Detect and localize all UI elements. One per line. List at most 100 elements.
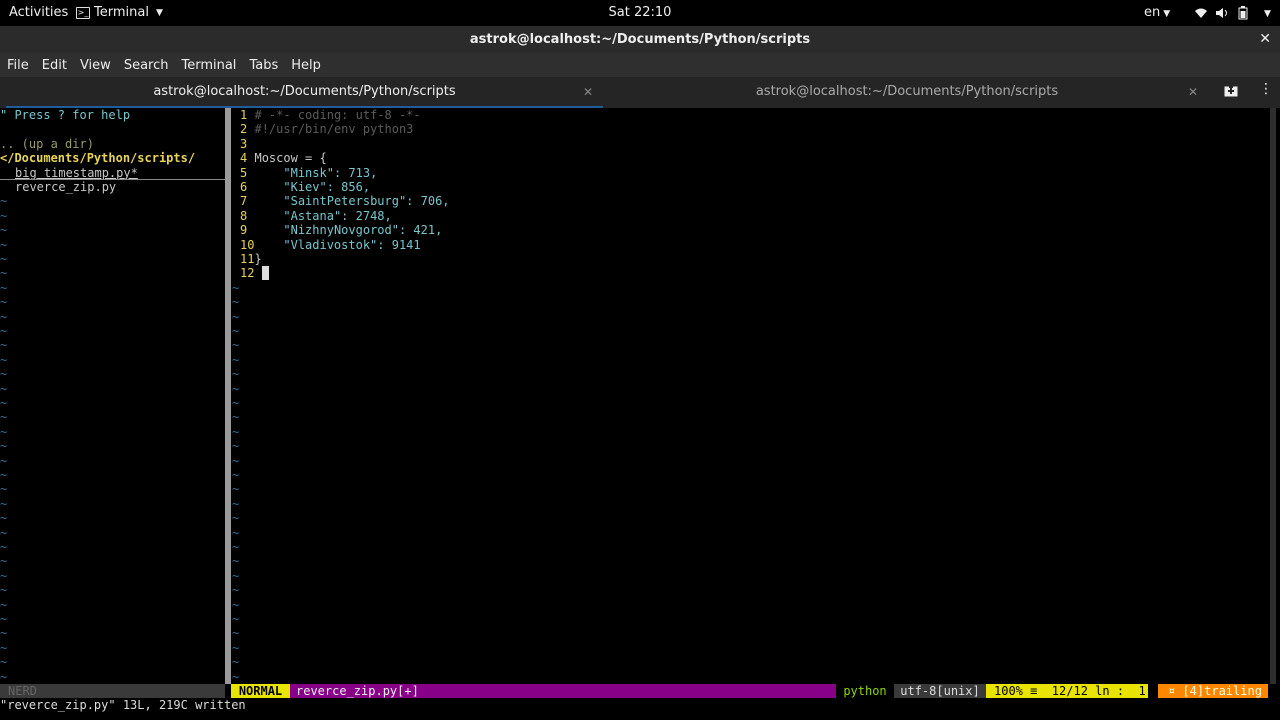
code-line: 7 "SaintPetersburg": 706, (240, 194, 450, 208)
empty-line-marker: ~ (0, 583, 8, 598)
window-title: astrok@localhost:~/Documents/Python/scri… (469, 32, 811, 47)
code-text: } (254, 252, 262, 266)
menu-edit[interactable]: Edit (42, 58, 67, 73)
terminal-icon: >_ (76, 7, 90, 19)
status-encoding: utf-8[unix] (894, 684, 986, 698)
nerdtree-file[interactable]: big_timestamp.py* (15, 166, 138, 180)
empty-line-marker: ~ (0, 396, 8, 410)
nerdtree-up-dir[interactable]: .. (up a dir) (0, 137, 94, 151)
code-text: #!/usr/bin/env python3 (254, 122, 414, 137)
line-number: 5 (240, 165, 248, 180)
empty-line-marker: ~ (0, 525, 8, 540)
empty-line-marker: ~ (232, 309, 240, 324)
vim-command-line[interactable]: "reverce_zip.py" 13L, 219C written (0, 698, 246, 712)
empty-line-marker: ~ (232, 568, 240, 583)
line-number: 7 (240, 194, 248, 209)
line-number: 10 (240, 237, 255, 252)
code-line: 2 #!/usr/bin/env python3 (240, 122, 413, 136)
empty-line-marker: ~ (0, 367, 8, 382)
empty-line-marker: ~ (232, 295, 240, 310)
empty-line-marker: ~ (232, 554, 240, 569)
vim-statusline: NERD NORMAL reverce_zip.py[+] python utf… (0, 684, 1280, 698)
code-text: "Minsk": 713, (254, 165, 378, 180)
terminal-content[interactable]: " Press ? for help .. (up a dir) </Docum… (0, 108, 1280, 720)
status-filetype: python (836, 684, 894, 698)
close-icon[interactable]: ✕ (1188, 77, 1198, 107)
code-text: "SaintPetersburg": 706, (254, 194, 450, 209)
empty-line-marker: ~ (0, 568, 8, 583)
empty-line-marker: ~ (0, 496, 8, 511)
empty-line-marker: ~ (0, 626, 8, 641)
empty-line-marker: ~ (232, 612, 240, 626)
empty-line-marker: ~ (232, 583, 240, 598)
empty-line-marker: ~ (0, 410, 8, 425)
menu-view[interactable]: View (80, 58, 111, 73)
close-icon[interactable]: ✕ (1259, 26, 1271, 53)
empty-line-marker: ~ (232, 324, 240, 338)
line-number: 3 (240, 136, 248, 151)
empty-line-marker: ~ (232, 482, 240, 497)
menubar: File Edit View Search Terminal Tabs Help (0, 53, 1280, 77)
menu-terminal[interactable]: Terminal (181, 58, 236, 73)
line-number: 11 (240, 252, 255, 266)
empty-line-marker: ~ (0, 381, 8, 396)
nerdtree-help: " Press ? for help (0, 108, 131, 122)
clock[interactable]: Sat 22:10 (609, 5, 672, 20)
empty-line-marker: ~ (0, 266, 8, 281)
empty-line-marker: ~ (232, 424, 240, 439)
vertical-split-divider[interactable] (225, 108, 231, 684)
window-titlebar: astrok@localhost:~/Documents/Python/scri… (0, 26, 1280, 53)
empty-line-marker: ~ (0, 482, 8, 497)
code-line: 11} (240, 252, 262, 266)
empty-line-marker: ~ (232, 525, 240, 540)
line-number: 6 (240, 180, 248, 194)
tab-2[interactable]: astrok@localhost:~/Documents/Python/scri… (606, 77, 1208, 108)
menu-file[interactable]: File (7, 58, 29, 73)
code-text: "Vladivostok": 9141 (254, 237, 421, 252)
empty-line-marker: ~ (0, 511, 8, 526)
empty-line-marker: ~ (0, 295, 8, 310)
scrollbar[interactable] (1270, 108, 1276, 684)
status-position: 100% ≡ 12/12 ln : 1 (986, 684, 1148, 698)
empty-line-marker: ~ (232, 468, 240, 482)
nerdtree-root[interactable]: </Documents/Python/scripts/ (0, 151, 195, 165)
menu-help[interactable]: Help (291, 58, 321, 73)
volume-icon[interactable] (1215, 0, 1229, 26)
code-line: 6 "Kiev": 856, (240, 180, 370, 194)
system-menu-chevron-icon[interactable]: ▼ (1261, 0, 1271, 26)
empty-line-marker: ~ (232, 640, 240, 655)
clock-container: Sat 22:10 (0, 0, 1280, 26)
tabs-menu-icon[interactable]: ⋮ (1259, 81, 1273, 97)
battery-icon[interactable] (1238, 0, 1248, 26)
nerdtree-file[interactable]: reverce_zip.py (15, 180, 116, 194)
empty-line-marker: ~ (0, 280, 8, 295)
app-menu[interactable]: >_ Terminal ▼ (76, 0, 163, 26)
tab-label: astrok@localhost:~/Documents/Python/scri… (153, 84, 456, 99)
empty-line-marker: ~ (232, 669, 240, 684)
code-text: "Astana": 2748, (254, 208, 392, 223)
tab-1[interactable]: astrok@localhost:~/Documents/Python/scri… (6, 77, 603, 108)
menu-tabs[interactable]: Tabs (249, 58, 278, 73)
empty-line-marker: ~ (232, 496, 240, 511)
empty-line-marker: ~ (232, 381, 240, 396)
input-language-menu[interactable]: en ▼ (1144, 0, 1170, 26)
wifi-icon[interactable] (1194, 0, 1208, 26)
empty-line-marker: ~ (0, 453, 8, 468)
close-icon[interactable]: ✕ (583, 77, 593, 107)
empty-line-marker: ~ (0, 597, 8, 612)
menu-search[interactable]: Search (124, 58, 169, 73)
empty-line-marker: ~ (232, 453, 240, 468)
chevron-down-icon: ▼ (155, 8, 163, 18)
code-line: 12 (240, 266, 269, 281)
chevron-down-icon: ▼ (1163, 9, 1171, 19)
line-number: 9 (240, 223, 248, 238)
empty-line-marker: ~ (0, 612, 8, 626)
empty-line-marker: ~ (232, 410, 240, 425)
empty-line-marker: ~ (0, 540, 8, 554)
activities-button[interactable]: Activities (9, 0, 68, 26)
vim-mode-badge: NORMAL (231, 684, 290, 698)
new-tab-icon[interactable] (1224, 85, 1238, 97)
empty-line-marker: ~ (232, 511, 240, 526)
empty-line-marker: ~ (0, 640, 8, 655)
empty-line-marker: ~ (0, 554, 8, 569)
